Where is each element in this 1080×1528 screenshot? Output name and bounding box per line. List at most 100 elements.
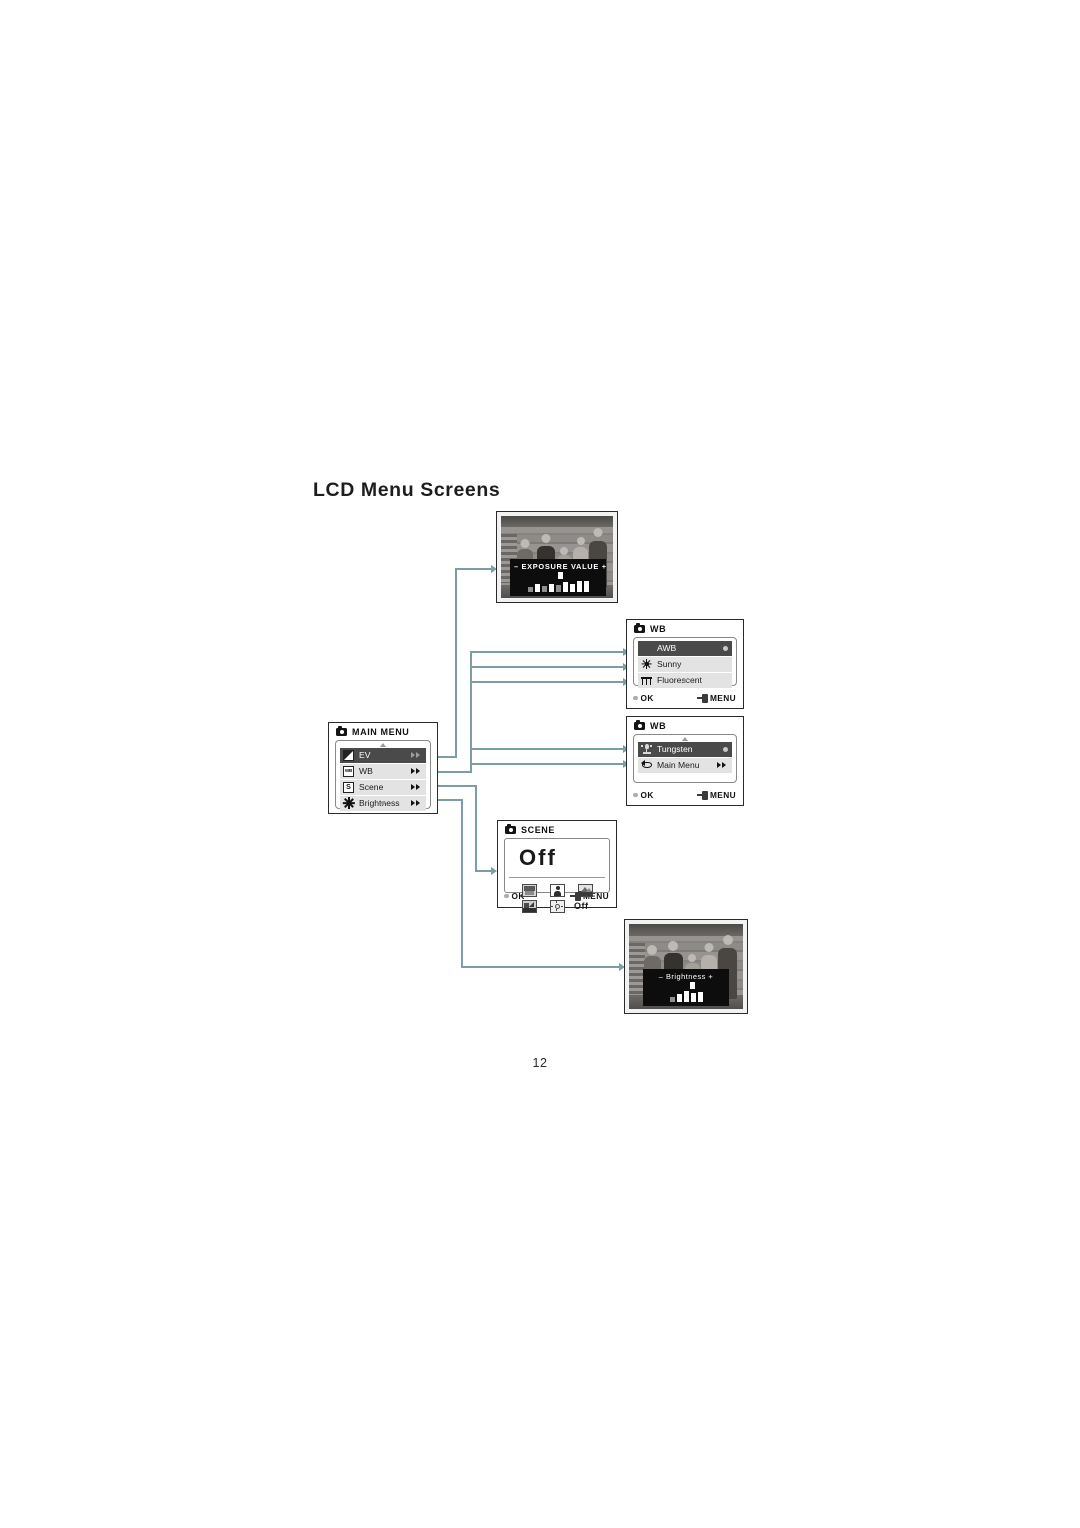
- brightness-minus-sign: –: [658, 972, 664, 982]
- backlight-icon[interactable]: [549, 899, 565, 913]
- camera-icon: [505, 824, 516, 834]
- ok-label: OK: [640, 790, 654, 800]
- main-menu-screen[interactable]: MAIN MENU EV WB WB S Scene Brightness: [328, 722, 438, 814]
- level-bar: [555, 585, 561, 592]
- main-menu-item-wb[interactable]: WB WB: [340, 764, 426, 779]
- connector-wb-sunny: [470, 666, 625, 668]
- menu-button[interactable]: MENU: [696, 790, 736, 800]
- wb-screen-one[interactable]: WB AWB Sunny Fluorescent OK MENU: [626, 619, 744, 709]
- selected-dot-icon: [723, 645, 728, 651]
- connector-brightness-in: [461, 966, 621, 968]
- exposure-title-text: EXPOSURE VALUE: [521, 561, 599, 571]
- ok-button[interactable]: OK: [633, 790, 654, 800]
- wb-option-awb-label: AWB: [657, 643, 677, 654]
- scroll-up-arrow-icon[interactable]: [682, 737, 688, 741]
- return-arrow-icon: [641, 760, 652, 771]
- connector-brightness-vertical: [461, 799, 463, 967]
- level-bar: [669, 996, 675, 1003]
- scene-mode-grid: Off: [505, 878, 609, 913]
- page-number: 12: [532, 1056, 548, 1070]
- menu-label: MENU: [709, 693, 736, 703]
- menu-button-icon: [696, 693, 708, 703]
- exposure-marker[interactable]: [558, 571, 564, 579]
- wb-one-title: WB: [650, 624, 667, 634]
- exposure-value-screen[interactable]: – EXPOSURE VALUE +: [496, 511, 618, 603]
- wb-two-body: Tungsten Main Menu: [633, 734, 737, 783]
- connector-scene-stub: [437, 785, 477, 787]
- scene-current-value: Off: [509, 839, 605, 878]
- double-right-arrow-icon: [411, 751, 422, 759]
- level-bar: [569, 584, 575, 592]
- portrait-icon[interactable]: [549, 883, 565, 897]
- main-menu-item-scene-label: Scene: [359, 782, 384, 793]
- level-bar: [697, 992, 703, 1003]
- main-menu-item-ev[interactable]: EV: [340, 748, 426, 763]
- wb-option-main-menu[interactable]: Main Menu: [638, 758, 732, 773]
- wb-option-tungsten[interactable]: Tungsten: [638, 742, 732, 757]
- exposure-plus-sign: +: [601, 561, 607, 571]
- connector-ev-vertical: [455, 568, 457, 758]
- exposure-overlay: – EXPOSURE VALUE +: [509, 558, 607, 596]
- level-bar: [690, 993, 696, 1003]
- exposure-overlay-title: – EXPOSURE VALUE +: [513, 561, 606, 571]
- wb-one-body: AWB Sunny Fluorescent: [633, 637, 737, 688]
- level-bar: [541, 586, 547, 592]
- sun-icon: [641, 659, 652, 670]
- main-menu-title: MAIN MENU: [352, 727, 410, 737]
- double-right-arrow-icon: [411, 767, 422, 775]
- exposure-photo: – EXPOSURE VALUE +: [501, 516, 613, 598]
- connector-wb-mainmenu: [470, 763, 625, 765]
- ok-dot-icon: [633, 695, 638, 701]
- level-bar: [534, 584, 540, 592]
- selected-dot-icon: [723, 746, 728, 752]
- wb-option-sunny[interactable]: Sunny: [638, 657, 732, 672]
- exposure-bars: [514, 579, 602, 592]
- connector-wb-tungsten: [470, 748, 625, 750]
- wb-option-awb[interactable]: AWB: [638, 641, 732, 656]
- brightness-marker[interactable]: [689, 982, 695, 990]
- wb-two-title: WB: [650, 721, 667, 731]
- exposure-minus-sign: –: [513, 561, 519, 571]
- brightness-bars: [647, 989, 726, 1003]
- brightness-plus-sign: +: [708, 972, 714, 982]
- camera-icon: [634, 623, 645, 633]
- wb-icon: WB: [343, 765, 354, 777]
- scene-screen[interactable]: SCENE Off Off OK MENU: [497, 820, 617, 913]
- wb-screen-two[interactable]: WB Tungsten Main Menu OK MENU: [626, 716, 744, 806]
- ok-button[interactable]: OK: [633, 693, 654, 703]
- scroll-down-arrow-icon[interactable]: [682, 679, 688, 683]
- brightness-photo: – Brightness +: [629, 924, 743, 1009]
- page-title: LCD Menu Screens: [313, 479, 501, 501]
- menu-button-icon: [696, 790, 708, 800]
- night-scene-icon[interactable]: [521, 883, 537, 897]
- photo-top-shadow: [501, 516, 613, 528]
- scene-body: Off Off: [504, 838, 610, 913]
- main-menu-rows: EV WB WB S Scene Brightness: [336, 741, 430, 811]
- connector-ev-top: [455, 568, 493, 570]
- level-bar: [583, 581, 589, 592]
- ev-icon: [343, 749, 354, 761]
- main-menu-header: MAIN MENU: [329, 723, 437, 740]
- wb-option-main-menu-label: Main Menu: [657, 760, 700, 771]
- fluorescent-icon: [641, 675, 652, 686]
- ok-dot-icon: [633, 792, 638, 798]
- double-right-arrow-icon: [717, 761, 728, 769]
- connector-scene-vertical: [475, 785, 477, 871]
- double-right-arrow-icon: [411, 799, 422, 807]
- wb-option-fluorescent-label: Fluorescent: [657, 675, 702, 686]
- brightness-title-text: Brightness: [665, 972, 706, 982]
- ok-label: OK: [640, 693, 654, 703]
- sports-icon[interactable]: [521, 899, 537, 913]
- wb-option-tungsten-label: Tungsten: [657, 744, 693, 755]
- main-menu-item-scene[interactable]: S Scene: [340, 780, 426, 795]
- menu-button[interactable]: MENU: [696, 693, 736, 703]
- brightness-marker-row: [647, 982, 726, 990]
- double-right-arrow-icon: [411, 783, 422, 791]
- scroll-down-arrow-icon[interactable]: [380, 802, 386, 806]
- blank-icon: [641, 643, 652, 654]
- exposure-marker-row: [514, 571, 602, 579]
- scroll-up-arrow-icon[interactable]: [380, 743, 386, 747]
- scene-header: SCENE: [498, 821, 616, 838]
- brightness-screen[interactable]: – Brightness +: [624, 919, 748, 1014]
- wb-two-header: WB: [627, 717, 743, 734]
